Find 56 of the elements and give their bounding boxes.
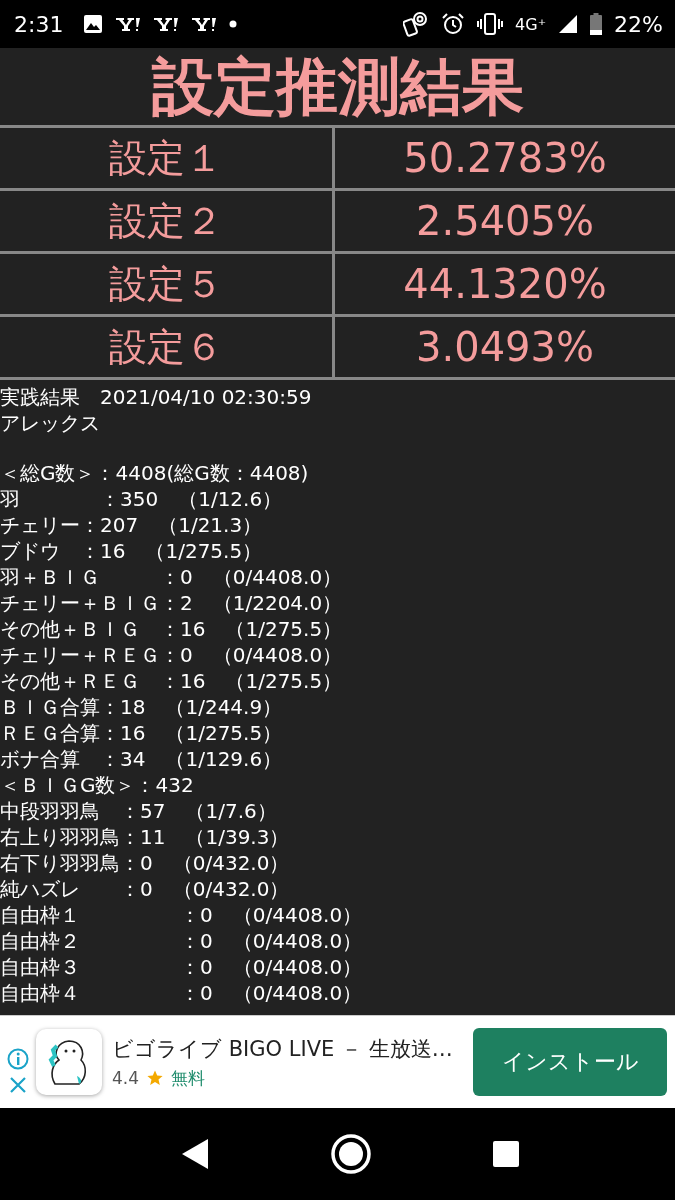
probability-value: 50.2783% <box>402 134 608 183</box>
probability-value: 2.5405% <box>415 197 595 246</box>
notification-icon <box>191 16 218 32</box>
result-line: 右下り羽羽鳥：0 （0/432.0） <box>0 850 291 876</box>
result-line: 純ハズレ ：0 （0/432.0） <box>0 876 291 902</box>
result-line: 自由枠３ ：0 （0/4408.0） <box>0 954 364 980</box>
result-line: チェリー：207 （1/21.3） <box>0 512 264 538</box>
result-line: 自由枠４ ：0 （0/4408.0） <box>0 980 364 1006</box>
notification-icon <box>153 16 180 32</box>
notification-icon <box>115 16 142 32</box>
result-line: ＜ＢＩＧG数＞：432 <box>0 772 195 798</box>
result-line: ＢＩＧ合算：18 （1/244.9） <box>0 694 284 720</box>
result-line: チェリー＋ＲＥＧ：0 （0/4408.0） <box>0 642 344 668</box>
recents-icon[interactable] <box>492 1140 520 1168</box>
dot-icon <box>229 20 238 28</box>
result-line: ボナ合算 ：34 （1/129.6） <box>0 746 284 772</box>
signal-icon <box>558 14 579 34</box>
result-line: その他＋ＢＩＧ ：16 （1/275.5） <box>0 616 344 642</box>
alarm-icon <box>441 12 466 36</box>
phone-signal-icon <box>403 11 430 37</box>
app-title: ビゴライブ BIGO LIVE － 生放送… <box>112 1035 454 1063</box>
result-line: ＲＥＧ合算：16 （1/275.5） <box>0 720 284 746</box>
result-line: 自由枠１ ：0 （0/4408.0） <box>0 902 364 928</box>
probability-value: 44.1320% <box>402 260 608 309</box>
battery-icon <box>590 13 603 35</box>
result-line: ブドウ ：16 （1/275.5） <box>0 538 264 564</box>
price-label: 無料 <box>171 1066 206 1090</box>
result-line: 自由枠２ ：0 （0/4408.0） <box>0 928 364 954</box>
result-line: チェリー＋ＢＩＧ：2 （1/2204.0） <box>0 590 344 616</box>
image-icon <box>83 14 104 34</box>
setting-label: 設定２ <box>0 191 335 251</box>
battery-level: 22% <box>614 11 663 37</box>
setting-label: 設定６ <box>0 317 335 377</box>
result-line: ＜総G数＞：4408(総G数：4408) <box>0 460 310 486</box>
result-line: 右上り羽羽鳥：11 （1/39.3） <box>0 824 291 850</box>
info-icon[interactable] <box>7 1048 29 1070</box>
network-type: 4G⁺ <box>515 14 547 34</box>
result-line: その他＋ＲＥＧ ：16 （1/275.5） <box>0 668 344 694</box>
close-icon[interactable] <box>9 1076 27 1094</box>
result-line: 羽＋ＢＩＧ ：0 （0/4408.0） <box>0 564 344 590</box>
page-title: 設定推測結果 <box>151 55 524 118</box>
clock-time: 2:31 <box>14 11 64 37</box>
setting-label: 設定５ <box>0 254 335 314</box>
install-button[interactable]: インストール <box>473 1028 667 1096</box>
probability-value: 3.0493% <box>415 323 595 372</box>
app-logo-icon <box>36 1029 102 1095</box>
vibrate-icon <box>477 13 504 35</box>
home-icon[interactable] <box>330 1133 372 1175</box>
result-line: 中段羽羽鳥 ：57 （1/7.6） <box>0 798 278 824</box>
setting-label: 設定１ <box>0 128 335 188</box>
star-icon <box>147 1070 164 1086</box>
result-line: 羽 ：350 （1/12.6） <box>0 486 284 512</box>
result-header-line: アレックス <box>0 410 101 436</box>
back-icon[interactable] <box>180 1137 210 1171</box>
rating-value: 4.4 <box>112 1068 140 1088</box>
result-header-line: 実践結果 2021/04/10 02:30:59 <box>0 384 313 410</box>
